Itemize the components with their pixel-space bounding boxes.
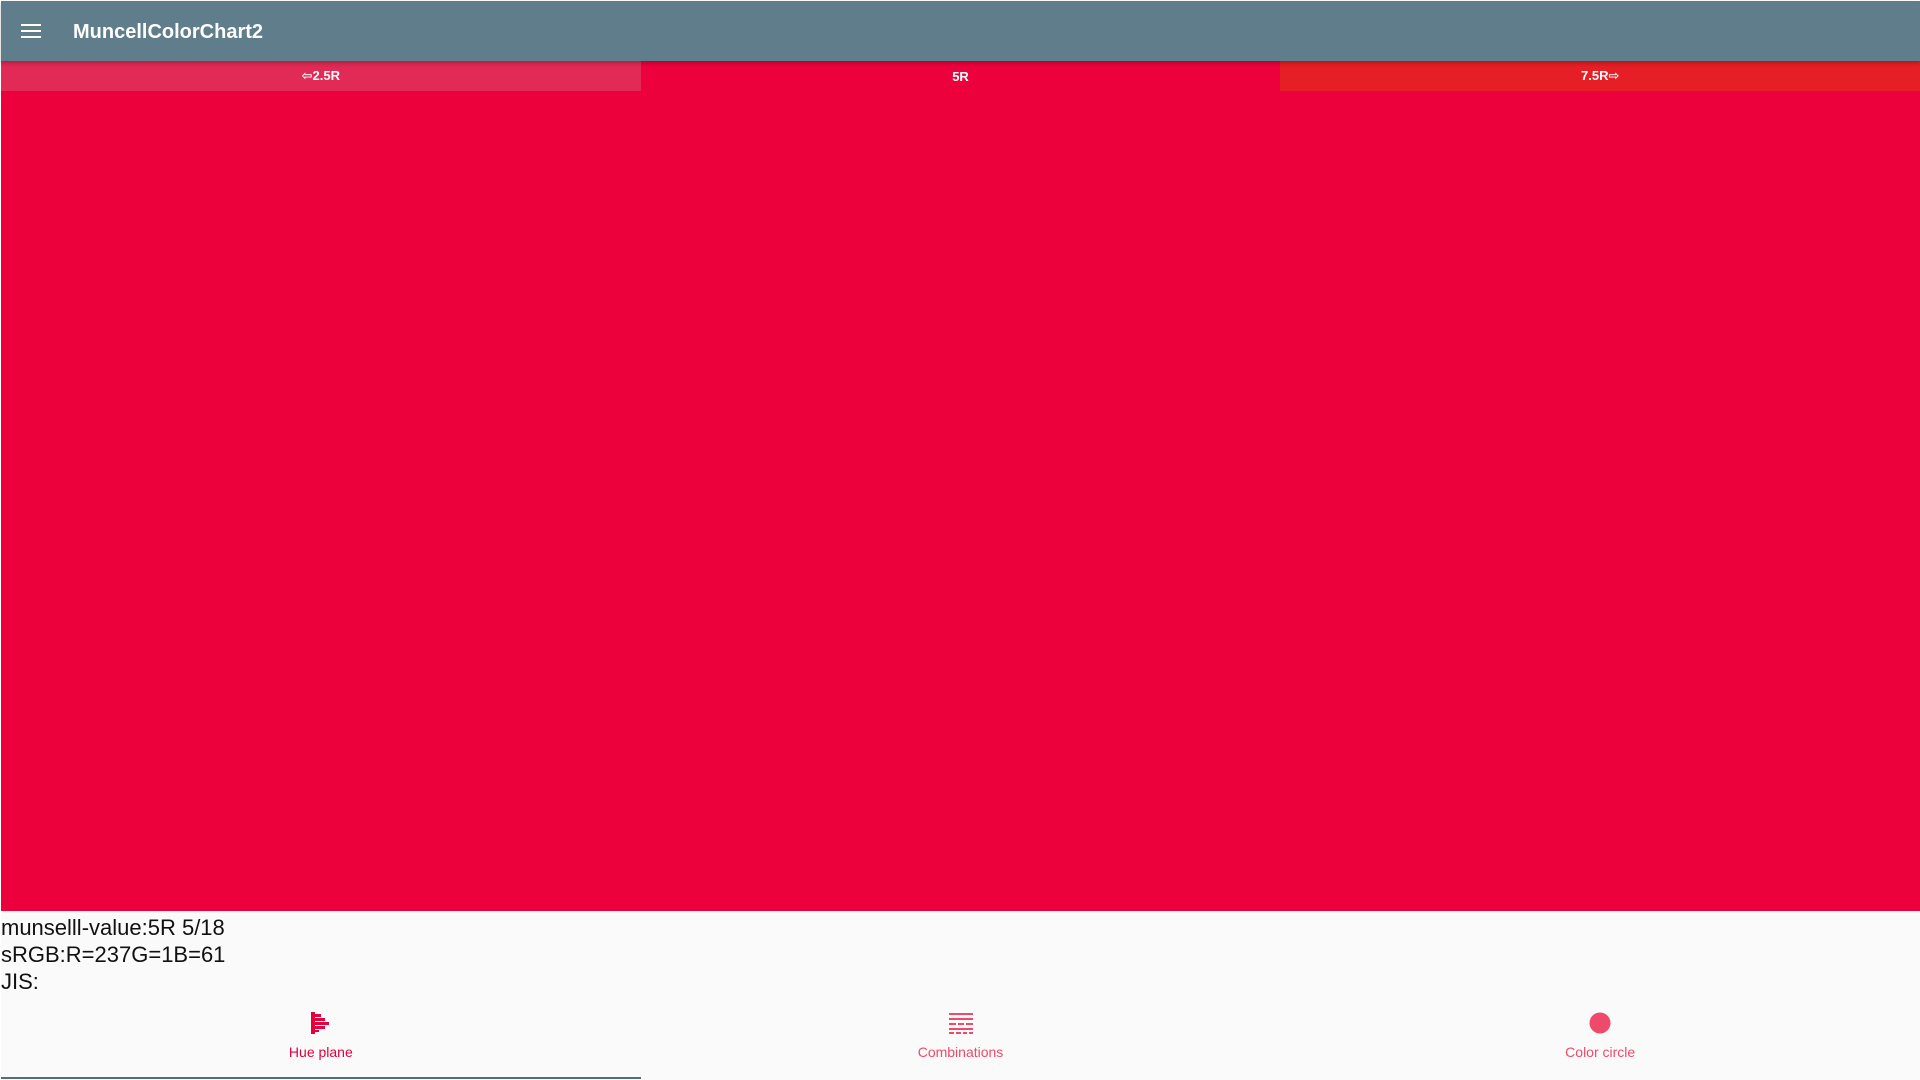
color-swatch[interactable] [1,91,1920,911]
app-bar: MuncellColorChart2 [1,1,1920,61]
hue-tab-previous[interactable]: ⇦2.5R [1,61,641,91]
hue-tab-current[interactable]: 5R [640,61,1281,91]
menu-button[interactable] [11,11,51,51]
nav-hue-plane[interactable]: Hue plane [1,999,641,1079]
nav-label-color-circle: Color circle [1565,1044,1636,1060]
combinations-icon [947,1009,975,1037]
hamburger-menu-icon [21,24,41,38]
app-title: MuncellColorChart2 [73,21,264,43]
nav-combinations[interactable]: Combinations [641,999,1281,1079]
srgb-value-text: sRGB:R=237G=1B=61 [1,942,226,967]
active-tab-indicator [1,1077,641,1079]
nav-label-hue-plane: Hue plane [288,1044,353,1060]
nav-label-combinations: Combinations [917,1044,1004,1060]
munsell-value-text: munselll-value:5R 5/18 [1,915,225,940]
app-window: MuncellColorChart2 ⇦2.5R 5R 7.5R⇨ munsel… [1,1,1920,1080]
bottom-navigation: Hue plane Combinations Color circle [1,999,1920,1079]
hue-plane-icon [307,1009,335,1037]
color-circle-icon [1586,1009,1614,1037]
jis-value-text: JIS: [1,969,39,994]
nav-color-circle[interactable]: Color circle [1280,999,1920,1079]
color-info: munselll-value:5R 5/18 sRGB:R=237G=1B=61… [1,914,225,995]
hue-tab-next[interactable]: 7.5R⇨ [1280,61,1920,91]
hue-tabs: ⇦2.5R 5R 7.5R⇨ [1,61,1920,91]
